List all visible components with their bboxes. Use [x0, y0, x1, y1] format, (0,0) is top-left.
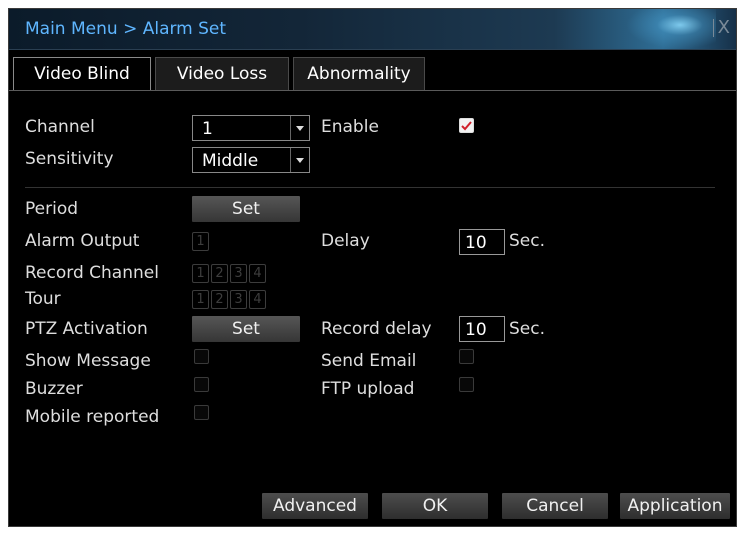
channel-value: 1	[202, 119, 213, 139]
send-email-label: Send Email	[321, 351, 417, 371]
enable-label: Enable	[321, 117, 379, 137]
tour-channel-2[interactable]: 2	[211, 290, 228, 309]
application-button[interactable]: Application	[619, 492, 731, 520]
show-message-checkbox[interactable]	[194, 349, 209, 364]
delay-input[interactable]: 10	[459, 229, 505, 255]
mobile-reported-label: Mobile reported	[25, 407, 160, 427]
sensitivity-label: Sensitivity	[25, 149, 114, 169]
tab-divider	[9, 90, 736, 91]
delay-label: Delay	[321, 231, 370, 251]
enable-checkbox[interactable]	[459, 118, 474, 133]
chevron-down-icon	[290, 148, 309, 172]
delay-unit: Sec.	[509, 231, 546, 251]
channel-select[interactable]: 1	[192, 115, 310, 141]
tour-channel-list: 1234	[192, 288, 268, 309]
check-icon	[461, 121, 472, 131]
record-channel-3[interactable]: 3	[230, 264, 247, 283]
alarm-output-channel-1[interactable]: 1	[192, 232, 209, 251]
record-delay-unit: Sec.	[509, 319, 546, 339]
record-channel-list: 1234	[192, 262, 268, 283]
ftp-upload-checkbox[interactable]	[459, 377, 474, 392]
window-title: Main Menu > Alarm Set	[25, 19, 227, 39]
tour-channel-4[interactable]: 4	[249, 290, 266, 309]
title-glow	[626, 9, 716, 49]
ok-button[interactable]: OK	[381, 492, 489, 520]
delay-value: 10	[465, 233, 487, 253]
record-delay-label: Record delay	[321, 319, 432, 339]
ptz-activation-label: PTZ Activation	[25, 319, 148, 339]
alarm-set-window: Main Menu > Alarm Set X Video Blind Vide…	[8, 8, 737, 527]
chevron-down-icon	[290, 116, 309, 140]
title-bar: Main Menu > Alarm Set X	[9, 9, 736, 50]
alarm-output-label: Alarm Output	[25, 231, 140, 251]
record-channel-4[interactable]: 4	[249, 264, 266, 283]
record-channel-2[interactable]: 2	[211, 264, 228, 283]
buzzer-checkbox[interactable]	[194, 377, 209, 392]
period-label: Period	[25, 199, 79, 219]
record-delay-input[interactable]: 10	[459, 316, 505, 342]
buzzer-label: Buzzer	[25, 379, 83, 399]
ptz-set-button[interactable]: Set	[191, 315, 301, 343]
tab-video-loss[interactable]: Video Loss	[155, 57, 289, 91]
mobile-reported-checkbox[interactable]	[194, 405, 209, 420]
close-divider	[712, 19, 714, 37]
cancel-button[interactable]: Cancel	[501, 492, 609, 520]
close-icon[interactable]: X	[718, 17, 730, 38]
advanced-button[interactable]: Advanced	[261, 492, 369, 520]
tour-label: Tour	[25, 289, 61, 309]
channel-label: Channel	[25, 117, 95, 137]
tab-abnormality[interactable]: Abnormality	[293, 57, 425, 91]
alarm-output-channels: 1	[192, 230, 211, 251]
send-email-checkbox[interactable]	[459, 349, 474, 364]
tour-channel-1[interactable]: 1	[192, 290, 209, 309]
period-set-button[interactable]: Set	[191, 195, 301, 223]
record-channel-label: Record Channel	[25, 263, 159, 283]
record-delay-value: 10	[465, 320, 487, 340]
section-divider	[25, 187, 715, 188]
record-channel-1[interactable]: 1	[192, 264, 209, 283]
tour-channel-3[interactable]: 3	[230, 290, 247, 309]
sensitivity-value: Middle	[202, 151, 259, 171]
show-message-label: Show Message	[25, 351, 151, 371]
tab-video-blind[interactable]: Video Blind	[13, 57, 151, 91]
close-button[interactable]: X	[712, 17, 730, 38]
sensitivity-select[interactable]: Middle	[192, 147, 310, 173]
ftp-upload-label: FTP upload	[321, 379, 415, 399]
